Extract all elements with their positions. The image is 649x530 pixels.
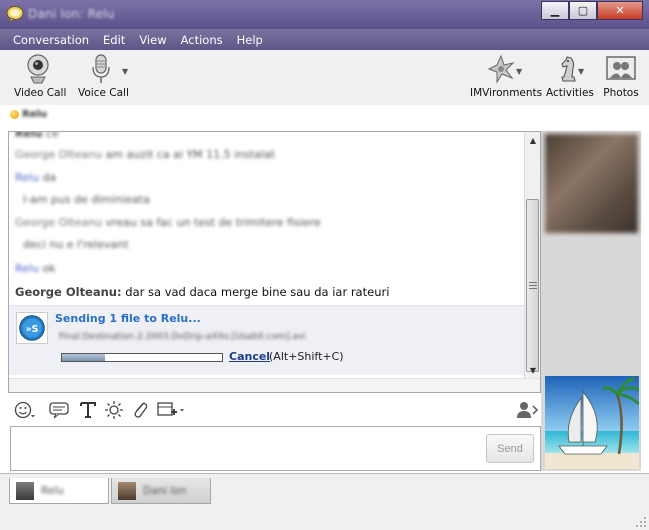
file-transfer-icon: »S xyxy=(16,312,48,344)
tab-label: Relu xyxy=(41,484,64,497)
message-sender: George Olteanu xyxy=(15,216,103,229)
menu-conversation[interactable]: Conversation xyxy=(6,33,96,47)
transfer-filename: Final.Destination.2.2003.DvDrip-aXXo.[Us… xyxy=(59,332,306,342)
contact-details-icon[interactable] xyxy=(515,400,539,420)
message-input[interactable]: Send xyxy=(10,426,541,471)
message-text: ok xyxy=(42,262,56,275)
message-text: deci nu e l'relevant xyxy=(23,238,129,251)
message: George Olteanu am auzit ca ai YM 11.5 in… xyxy=(15,148,275,161)
scroll-down-icon[interactable]: ▼ xyxy=(525,362,541,378)
input-toolbar xyxy=(10,398,540,422)
message-sender: Relu xyxy=(15,132,43,140)
audible-icon[interactable] xyxy=(48,400,72,420)
transfer-progress-bar xyxy=(61,353,223,362)
microphone-icon xyxy=(92,54,110,83)
menu-bar: Conversation Edit View Actions Help xyxy=(0,29,649,50)
menu-help[interactable]: Help xyxy=(230,33,270,47)
video-call-label: Video Call xyxy=(14,87,67,99)
video-call-button[interactable]: Video Call xyxy=(14,53,67,99)
message-history[interactable]: Relu ce George Olteanu am auzit ca ai YM… xyxy=(9,132,524,378)
messenger-icon xyxy=(6,6,24,23)
text-format-icon[interactable] xyxy=(78,400,98,420)
tab-relu[interactable]: Relu xyxy=(9,478,109,504)
message-sender: George Olteanu: xyxy=(15,285,122,299)
message-text: dar sa vad daca merge bine sau da iar ra… xyxy=(125,285,390,299)
scroll-grip-icon xyxy=(529,280,537,289)
webcam-icon xyxy=(27,54,49,84)
nudge-icon[interactable] xyxy=(104,400,124,420)
file-transfer-panel: »S Sending 1 file to Relu... Final.Desti… xyxy=(9,305,524,375)
window-title: Dani Ion: Relu xyxy=(28,7,115,21)
message: deci nu e l'relevant xyxy=(23,238,129,251)
message-sender: Relu xyxy=(15,171,39,184)
voice-call-button[interactable]: Voice Call xyxy=(78,53,129,99)
message-text: da xyxy=(42,171,57,184)
voice-call-label: Voice Call xyxy=(78,87,129,99)
message-sender: Relu xyxy=(15,262,39,275)
voice-call-dropdown-icon[interactable]: ▼ xyxy=(122,67,128,76)
message-text: l-am pus de diminieata xyxy=(23,193,150,206)
message: George Olteanu vreau sa fac un test de t… xyxy=(15,216,321,229)
tab-label: Dani Ion xyxy=(143,484,187,497)
activities-label: Activities xyxy=(546,87,594,99)
window-controls: ▁ ▢ ✕ xyxy=(541,1,643,20)
maximize-button[interactable]: ▢ xyxy=(569,1,597,20)
transfer-progress-fill xyxy=(62,354,106,361)
scrollbar-thumb[interactable] xyxy=(526,199,539,372)
tab-dani-ion[interactable]: Dani Ion xyxy=(111,478,211,504)
message-text: vreau sa fac un test de trimitere fisier… xyxy=(105,216,321,229)
message: Relu ce xyxy=(15,132,59,140)
resize-grip-icon[interactable] xyxy=(635,516,647,528)
display-image-pane xyxy=(541,131,641,471)
photos-label: Photos xyxy=(603,87,639,99)
imvironments-label: IMVironments xyxy=(470,87,543,99)
contact-status: Relu xyxy=(10,109,47,120)
scroll-up-icon[interactable]: ▲ xyxy=(525,132,541,148)
photos-icon xyxy=(606,56,636,80)
my-display-image[interactable] xyxy=(545,376,639,469)
message-text: am auzit ca ai YM 11.5 instalat xyxy=(105,148,276,161)
contact-display-image[interactable] xyxy=(545,134,638,233)
activities-dropdown-icon[interactable]: ▼ xyxy=(578,67,584,76)
tab-avatar xyxy=(118,481,136,500)
message-text: ce xyxy=(46,132,59,140)
imvironments-icon xyxy=(487,54,515,84)
message: Relu da xyxy=(15,171,56,184)
minimize-button[interactable]: ▁ xyxy=(541,1,569,20)
horizontal-scrollbar[interactable] xyxy=(9,378,540,392)
activities-button[interactable]: Activities xyxy=(546,53,594,99)
message: Relu ok xyxy=(15,262,56,275)
cancel-transfer-link[interactable]: Cancel xyxy=(229,350,270,363)
attach-file-icon[interactable] xyxy=(130,400,150,420)
send-button[interactable]: Send xyxy=(486,434,534,463)
menu-actions[interactable]: Actions xyxy=(174,33,230,47)
toolbar: Video Call Voice Call ▼ IMVironments ▼ A… xyxy=(0,50,649,105)
message: George Olteanu: dar sa vad daca merge bi… xyxy=(15,285,389,299)
conversation-pane: Relu ce George Olteanu am auzit ca ai YM… xyxy=(8,131,541,393)
contact-name: Relu xyxy=(22,109,48,120)
emoticon-icon[interactable] xyxy=(14,400,36,420)
transfer-heading: Sending 1 file to Relu... xyxy=(55,312,201,325)
conversation-tabs: Relu Dani Ion xyxy=(0,473,649,530)
message: l-am pus de diminieata xyxy=(23,193,150,206)
imvironments-dropdown-icon[interactable]: ▼ xyxy=(516,67,522,76)
status-dot-icon xyxy=(10,110,19,119)
message-sender: George Olteanu xyxy=(15,148,103,161)
close-button[interactable]: ✕ xyxy=(597,1,643,20)
imvironments-button[interactable]: IMVironments xyxy=(470,53,543,99)
menu-edit[interactable]: Edit xyxy=(96,33,132,47)
insert-media-icon[interactable] xyxy=(156,400,188,420)
menu-view[interactable]: View xyxy=(132,33,173,47)
title-bar: Dani Ion: Relu ▁ ▢ ✕ xyxy=(0,0,649,29)
photos-button[interactable]: Photos xyxy=(602,53,640,99)
svg-text:»S: »S xyxy=(26,324,39,335)
cancel-shortcut: (Alt+Shift+C) xyxy=(269,350,344,363)
vertical-scrollbar[interactable]: ▲ ▼ xyxy=(524,132,540,378)
tab-avatar xyxy=(16,481,34,500)
